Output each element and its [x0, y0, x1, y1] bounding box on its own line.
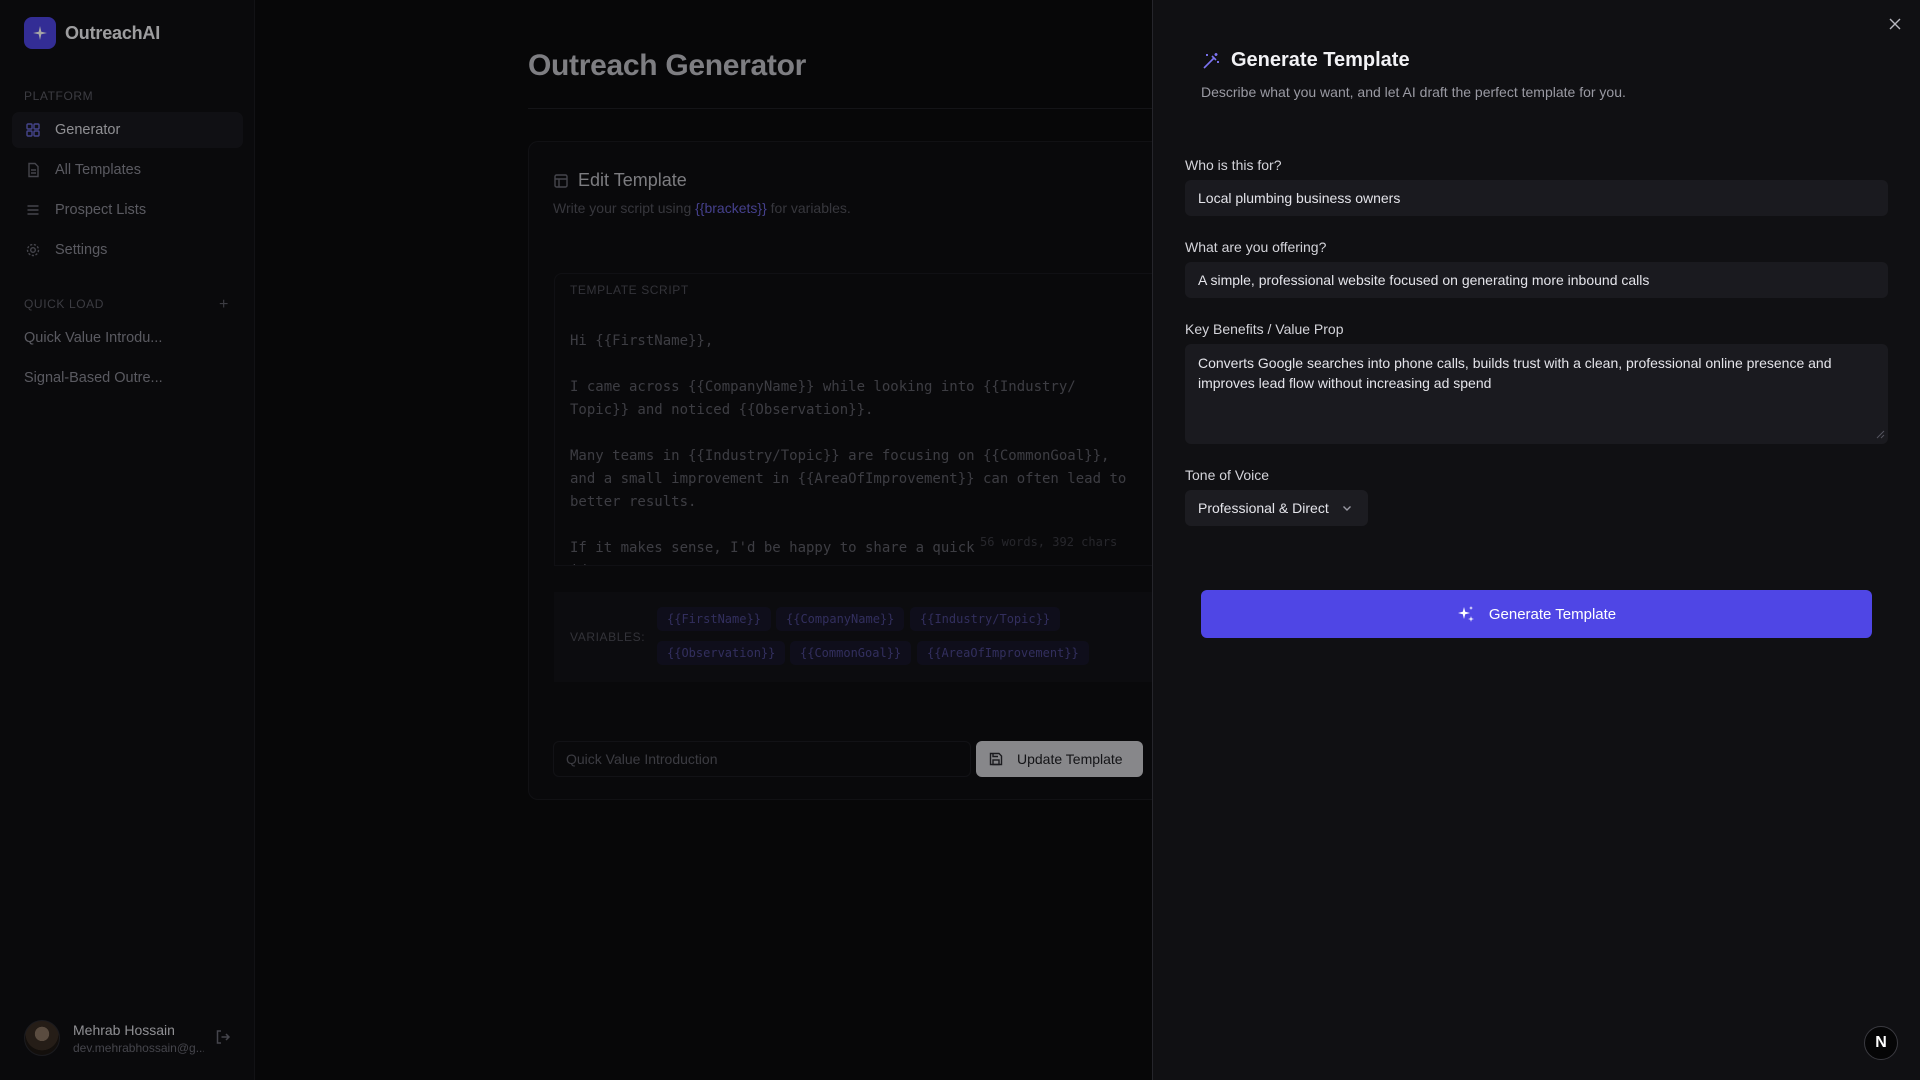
chevron-down-icon [1342, 506, 1351, 511]
offer-label: What are you offering? [1185, 239, 1327, 255]
n-badge-icon[interactable]: N [1864, 1026, 1898, 1060]
magic-wand-icon [1203, 52, 1219, 69]
benefits-textarea[interactable]: Converts Google searches into phone call… [1185, 344, 1888, 444]
modal-backdrop[interactable] [0, 0, 1152, 1080]
tone-select[interactable]: Professional & Direct [1185, 490, 1368, 526]
drawer-header: Generate Template [1201, 49, 1410, 72]
drawer-subtitle: Describe what you want, and let AI draft… [1201, 84, 1626, 100]
offer-input[interactable]: A simple, professional website focused o… [1185, 262, 1888, 298]
who-label: Who is this for? [1185, 157, 1282, 173]
sparkles-icon [1457, 606, 1474, 622]
close-icon[interactable] [1885, 14, 1905, 34]
tone-label: Tone of Voice [1185, 467, 1270, 483]
benefits-label: Key Benefits / Value Prop [1185, 321, 1344, 337]
audience-input[interactable]: Local plumbing business owners [1185, 180, 1888, 216]
drawer-title: Generate Template [1231, 49, 1410, 71]
generate-template-button[interactable]: Generate Template [1201, 590, 1872, 638]
resize-handle-icon[interactable] [1875, 429, 1885, 439]
tone-value: Professional & Direct [1198, 500, 1329, 516]
generate-template-label: Generate Template [1488, 605, 1617, 623]
